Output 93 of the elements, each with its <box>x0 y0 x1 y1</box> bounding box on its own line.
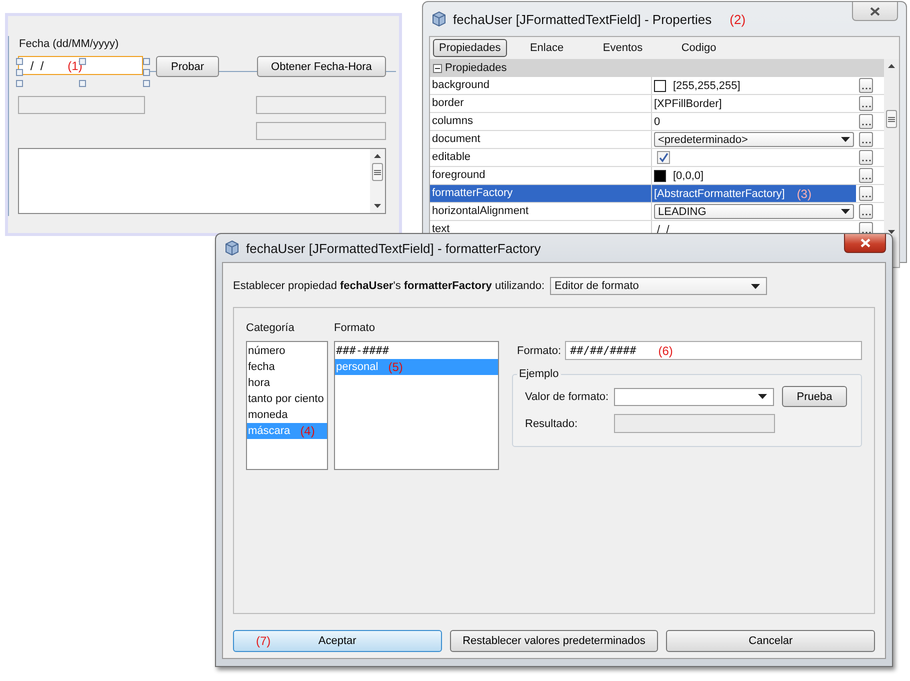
more-icon <box>862 159 870 162</box>
button[interactable]: Cancelar <box>666 630 876 652</box>
property-name: background <box>430 77 652 94</box>
list-item[interactable]: tanto por ciento <box>247 391 327 407</box>
ellipsis-button[interactable] <box>859 132 873 147</box>
ellipsis-button[interactable] <box>859 168 873 183</box>
dropdown[interactable]: LEADING <box>654 204 854 219</box>
scroll-down-icon <box>887 229 896 235</box>
text-field[interactable] <box>256 96 386 114</box>
ellipsis-button[interactable] <box>859 204 873 219</box>
list-item[interactable]: moneda <box>247 407 327 423</box>
ellipsis-button[interactable] <box>859 114 873 129</box>
format-field[interactable]: ##/##/#### (6) <box>565 341 862 360</box>
cube-icon <box>431 11 447 27</box>
ellipsis-button[interactable] <box>859 78 873 93</box>
property-value: [XPFillBorder] <box>654 98 722 110</box>
button[interactable]: Obtener Fecha-Hora <box>257 56 386 77</box>
section-title: Propiedades <box>445 62 507 74</box>
more-icon <box>862 213 870 216</box>
scroll-down-icon <box>373 203 382 209</box>
checkbox[interactable] <box>657 151 670 164</box>
annotation-label: (3) <box>796 186 812 200</box>
close-button[interactable] <box>844 234 886 253</box>
dropdown-arrow-icon <box>758 394 767 399</box>
ellipsis-button[interactable] <box>859 150 873 165</box>
dropdown[interactable]: <predeterminado> <box>654 132 854 147</box>
annotation-label: (7) <box>256 634 271 648</box>
window-title: fechaUser [JFormattedTextField] - formatterFactory <box>246 240 541 256</box>
property-name: border <box>430 95 652 112</box>
field-label: Formato: <box>517 344 562 356</box>
more-icon <box>862 141 870 144</box>
property-name: editable <box>430 149 652 166</box>
list-item[interactable]: hora <box>247 375 327 391</box>
test-button[interactable]: Prueba <box>782 386 847 407</box>
dropdown[interactable] <box>614 388 774 406</box>
column-heading: Categoría <box>246 322 296 336</box>
close-icon <box>870 6 880 16</box>
property-name: document <box>430 131 652 148</box>
grip-icon <box>374 168 381 176</box>
ellipsis-button[interactable] <box>859 186 873 201</box>
more-icon <box>862 105 870 108</box>
ellipsis-button[interactable] <box>859 96 873 111</box>
more-icon <box>862 231 870 234</box>
close-icon <box>860 238 870 248</box>
dropdown-arrow-icon <box>750 284 760 288</box>
more-icon <box>862 177 870 180</box>
list-item[interactable]: fecha <box>247 359 327 375</box>
property-name: horizontalAlignment <box>430 203 652 220</box>
scroll-thumb[interactable] <box>372 163 383 181</box>
scrollbar[interactable] <box>370 149 385 213</box>
dropdown-arrow-icon <box>841 209 850 214</box>
annotation-label: (4) <box>300 423 315 439</box>
more-icon <box>862 87 870 90</box>
property-name: formatterFactory <box>430 185 652 202</box>
window-title: fechaUser [JFormattedTextField] - Properties <box>453 12 712 26</box>
tab[interactable]: Eventos <box>586 39 659 57</box>
text-field[interactable] <box>18 96 145 114</box>
property-value: / / <box>656 224 670 236</box>
more-icon <box>862 123 870 126</box>
annotation-label: (6) <box>658 344 673 358</box>
field-label: Valor de formato: <box>525 390 610 402</box>
property-value: [0,0,0] <box>673 170 704 182</box>
dropdown-arrow-icon <box>841 137 850 142</box>
column-heading: Formato <box>334 322 376 336</box>
grip-icon <box>888 116 895 122</box>
scroll-up-icon <box>373 153 382 159</box>
group-title: Ejemplo <box>518 368 560 380</box>
button[interactable]: Restablecer valores predeterminados <box>450 630 658 652</box>
button[interactable]: Probar <box>156 56 219 77</box>
resize-handle[interactable] <box>79 80 86 87</box>
tab[interactable]: Codigo <box>662 39 735 57</box>
property-name: foreground <box>430 167 652 184</box>
property-name: columns <box>430 113 652 130</box>
cube-icon <box>224 240 240 256</box>
scroll-up-icon <box>887 63 896 69</box>
button[interactable]: (7) Aceptar <box>233 630 442 652</box>
dropdown[interactable]: Editor de formato <box>550 277 766 295</box>
prompt-text: Establecer propiedad fechaUser's formatterFactory utilizando: <box>233 280 544 292</box>
text-field[interactable] <box>256 122 386 140</box>
field-label: Resultado: <box>525 418 579 430</box>
field-label: Fecha (dd/MM/yyyy) <box>19 38 119 50</box>
annotation-label: (2) <box>730 12 746 26</box>
tab[interactable]: Propiedades <box>433 39 507 57</box>
property-value: [AbstractFormatterFactory] <box>654 188 785 200</box>
tab[interactable]: Enlace <box>510 39 583 57</box>
more-icon <box>862 195 870 198</box>
annotation-label: (5) <box>388 359 403 375</box>
property-value: [255,255,255] <box>673 80 740 92</box>
scroll-thumb[interactable] <box>886 110 897 128</box>
property-value: 0 <box>654 116 660 128</box>
close-button[interactable] <box>852 2 898 21</box>
list-item[interactable]: ###-#### <box>335 343 498 359</box>
list-item[interactable]: número <box>247 343 327 359</box>
